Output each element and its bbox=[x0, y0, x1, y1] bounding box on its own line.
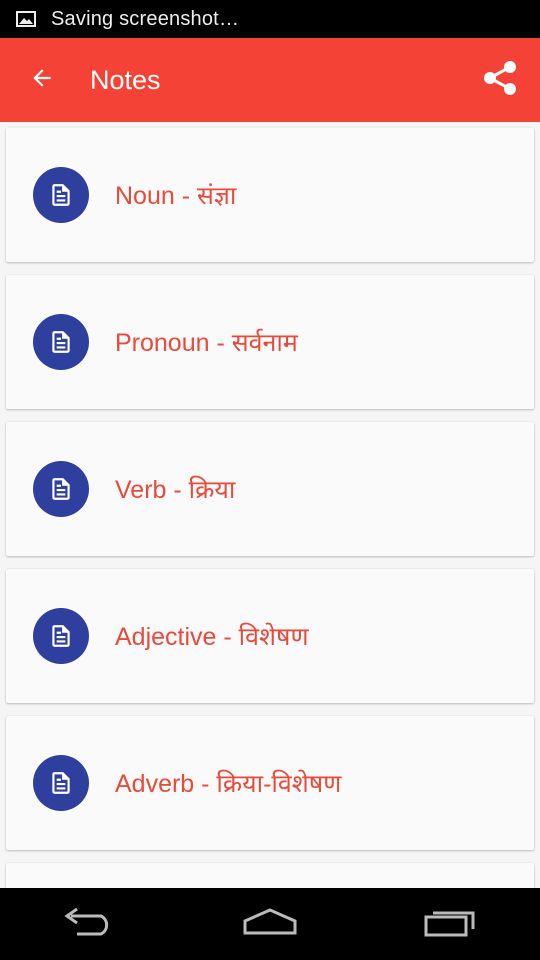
note-item-adverb[interactable]: Adverb - क्रिया-विशेषण bbox=[6, 716, 534, 850]
document-icon bbox=[33, 314, 89, 370]
nav-back-icon bbox=[63, 907, 117, 942]
note-item-label: Noun - संज्ञा bbox=[115, 182, 237, 210]
back-button[interactable] bbox=[0, 38, 84, 122]
nav-back-button[interactable] bbox=[45, 894, 135, 954]
share-icon bbox=[480, 58, 520, 103]
note-item-pronoun[interactable]: Pronoun - सर्वनाम bbox=[6, 275, 534, 409]
navigation-bar bbox=[0, 888, 540, 960]
note-item-label: Pronoun - सर्वनाम bbox=[115, 329, 298, 357]
note-item-adjective[interactable]: Adjective - विशेषण bbox=[6, 569, 534, 703]
nav-home-icon bbox=[241, 907, 299, 942]
document-icon bbox=[33, 461, 89, 517]
note-item-verb[interactable]: Verb - क्रिया bbox=[6, 422, 534, 556]
nav-home-button[interactable] bbox=[225, 894, 315, 954]
status-notification-text: Saving screenshot… bbox=[51, 7, 240, 30]
image-icon bbox=[16, 11, 36, 27]
status-bar: Saving screenshot… bbox=[0, 0, 540, 38]
document-icon bbox=[33, 755, 89, 811]
document-icon bbox=[33, 167, 89, 223]
arrow-back-icon bbox=[29, 65, 55, 96]
document-icon bbox=[33, 608, 89, 664]
note-item-partial[interactable] bbox=[6, 863, 534, 888]
share-button[interactable] bbox=[474, 54, 526, 106]
nav-recents-icon bbox=[423, 907, 477, 942]
page-title: Notes bbox=[90, 64, 161, 95]
note-item-label: Verb - क्रिया bbox=[115, 476, 236, 504]
note-item-label: Adjective - विशेषण bbox=[115, 623, 309, 651]
notes-list: Noun - संज्ञा Pronoun - सर्वनाम Verb - क… bbox=[0, 122, 540, 888]
nav-recents-button[interactable] bbox=[405, 894, 495, 954]
app-bar: Notes bbox=[0, 38, 540, 122]
note-item-label: Adverb - क्रिया-विशेषण bbox=[115, 770, 342, 798]
note-item-noun[interactable]: Noun - संज्ञा bbox=[6, 128, 534, 262]
